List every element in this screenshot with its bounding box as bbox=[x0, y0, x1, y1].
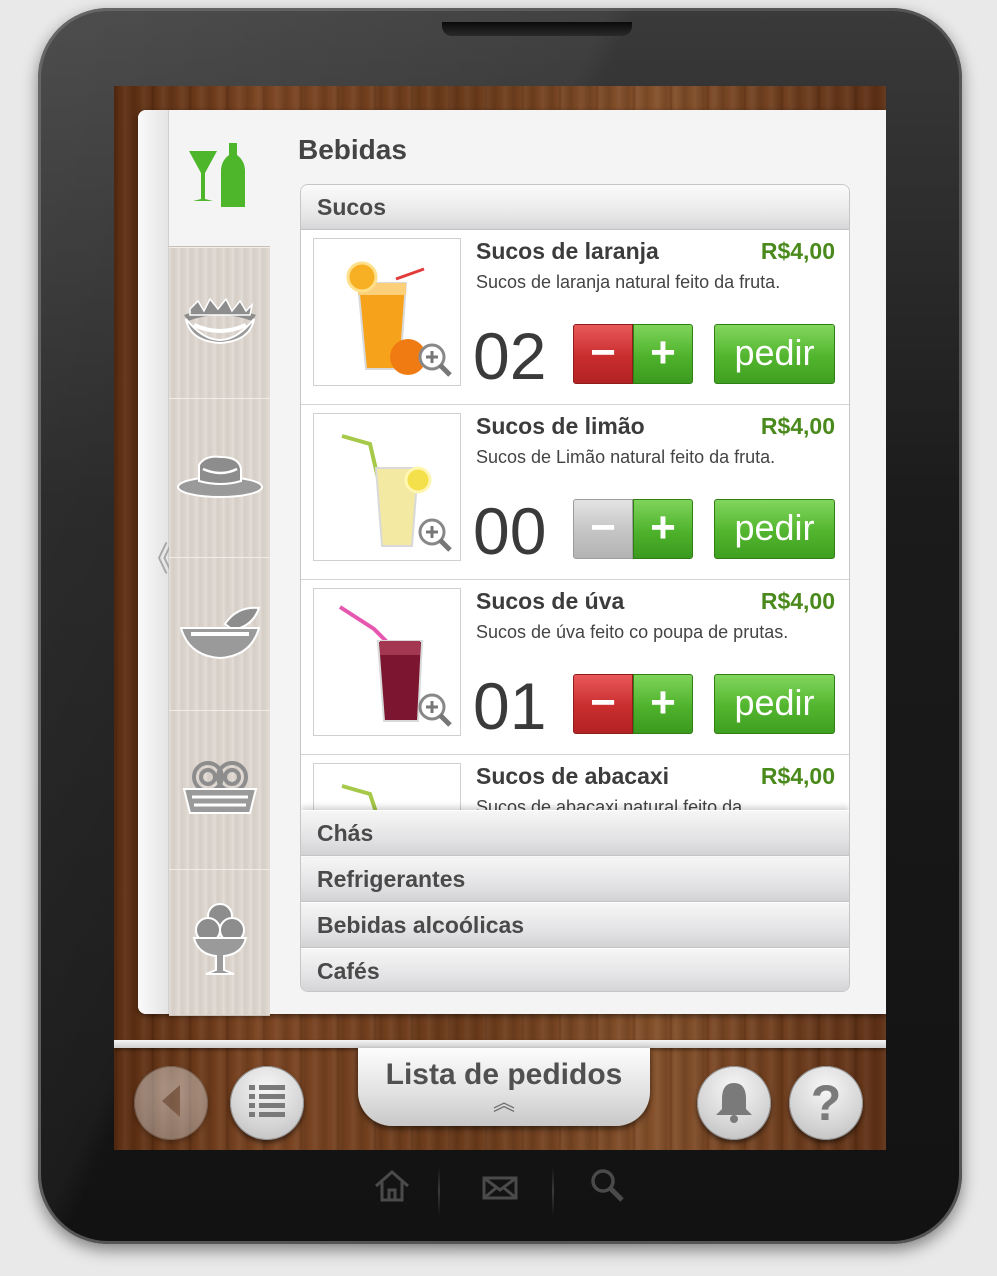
leaf-bowl-icon bbox=[175, 602, 265, 667]
product-thumbnail[interactable] bbox=[313, 763, 461, 810]
product-price: R$4,00 bbox=[760, 413, 835, 439]
category-pasta[interactable] bbox=[169, 710, 270, 870]
order-button[interactable]: pedir bbox=[714, 499, 835, 559]
product-thumbnail[interactable] bbox=[313, 413, 461, 561]
mail-key[interactable] bbox=[480, 1166, 520, 1212]
bottom-toolbar: Lista de pedidos ︽ ? bbox=[114, 1040, 886, 1150]
menu-panel: 《 Bebidas Sucos Sucos de laranja R$4,00 … bbox=[138, 110, 886, 1016]
mail-icon bbox=[480, 1176, 520, 1210]
section-header-refrigerantes[interactable]: Refrigerantes bbox=[301, 856, 849, 902]
order-button[interactable]: pedir bbox=[714, 674, 835, 734]
order-button[interactable]: pedir bbox=[714, 324, 835, 384]
chevron-up-icon: ︽ bbox=[492, 1090, 515, 1115]
product-name: Sucos de laranja bbox=[476, 238, 659, 264]
product-item: Sucos de abacaxi R$4,00 Sucos de abacaxi… bbox=[301, 755, 849, 810]
orders-list-tab[interactable]: Lista de pedidos ︽ bbox=[358, 1048, 650, 1126]
help-icon: ? bbox=[810, 1075, 842, 1131]
bell-icon bbox=[714, 1079, 754, 1128]
search-key[interactable] bbox=[588, 1166, 628, 1212]
category-salads[interactable] bbox=[169, 247, 270, 399]
product-item: Sucos de úva R$4,00 Sucos de úva feito c… bbox=[301, 580, 849, 755]
back-arrow-icon bbox=[156, 1081, 186, 1126]
increase-quantity-button[interactable]: + bbox=[633, 499, 693, 559]
help-button[interactable]: ? bbox=[789, 1066, 863, 1140]
product-name: Sucos de limão bbox=[476, 413, 645, 439]
quantity-display: 02 bbox=[473, 319, 547, 393]
product-name: Sucos de abacaxi bbox=[476, 763, 670, 789]
collapse-strip[interactable]: 《 bbox=[138, 110, 174, 1014]
pasta-icon bbox=[180, 755, 260, 826]
section-header-cafes[interactable]: Cafés bbox=[301, 948, 849, 991]
page-title: Bebidas bbox=[298, 134, 407, 165]
decrease-quantity-button[interactable]: − bbox=[573, 499, 633, 559]
product-price: R$4,00 bbox=[760, 588, 835, 614]
speaker-grille bbox=[442, 22, 632, 36]
decrease-quantity-button[interactable]: − bbox=[573, 324, 633, 384]
meat-plate-icon bbox=[175, 451, 265, 506]
ice-cream-icon bbox=[190, 900, 250, 985]
collapse-arrow-icon[interactable]: 《 bbox=[140, 540, 174, 580]
drinks-icon bbox=[185, 141, 255, 216]
section-header-bebidas-alcoolicas[interactable]: Bebidas alcoólicas bbox=[301, 902, 849, 948]
section-header-sucos[interactable]: Sucos bbox=[301, 185, 849, 230]
call-waiter-button[interactable] bbox=[697, 1066, 771, 1140]
decrease-quantity-button[interactable]: − bbox=[573, 674, 633, 734]
home-key[interactable] bbox=[372, 1166, 412, 1212]
menu-list-button[interactable] bbox=[230, 1066, 304, 1140]
quantity-display: 01 bbox=[473, 669, 547, 743]
app-screen: 《 Bebidas Sucos Sucos de laranja R$4,00 … bbox=[114, 86, 886, 1150]
back-button[interactable] bbox=[134, 1066, 208, 1140]
category-desserts[interactable] bbox=[169, 869, 270, 1016]
increase-quantity-button[interactable]: + bbox=[633, 674, 693, 734]
product-price: R$4,00 bbox=[760, 763, 835, 789]
category-bowls[interactable] bbox=[169, 557, 270, 711]
product-item: Sucos de laranja R$4,00 Sucos de laranja… bbox=[301, 230, 849, 405]
category-drinks[interactable] bbox=[169, 110, 270, 247]
quantity-display: 00 bbox=[473, 494, 547, 568]
orders-list-label: Lista de pedidos bbox=[385, 1058, 623, 1091]
search-icon bbox=[588, 1169, 628, 1210]
section-header-chas[interactable]: Chás bbox=[301, 810, 849, 856]
product-description: Sucos de úva feito co poupa de prutas. bbox=[476, 622, 789, 642]
product-description: Sucos de abacaxi natural feito da bbox=[476, 797, 743, 810]
product-list: Sucos de laranja R$4,00 Sucos de laranja… bbox=[301, 230, 849, 810]
category-sidebar bbox=[169, 110, 270, 1016]
product-price: R$4,00 bbox=[760, 238, 835, 264]
product-thumbnail[interactable] bbox=[313, 588, 461, 736]
list-icon bbox=[247, 1081, 287, 1126]
home-icon bbox=[372, 1170, 412, 1210]
product-name: Sucos de úva bbox=[476, 588, 625, 614]
increase-quantity-button[interactable]: + bbox=[633, 324, 693, 384]
product-thumbnail[interactable] bbox=[313, 238, 461, 386]
product-description: Sucos de laranja natural feito da fruta. bbox=[476, 272, 781, 292]
product-item: Sucos de limão R$4,00 Sucos de Limão nat… bbox=[301, 405, 849, 580]
salad-bowl-icon bbox=[180, 291, 260, 356]
product-description: Sucos de Limão natural feito da fruta. bbox=[476, 447, 776, 467]
drinks-accordion: Sucos Sucos de laranja R$4,00 Sucos de l… bbox=[300, 184, 850, 992]
menu-content: Bebidas Sucos Sucos de laranja R$4,00 Su… bbox=[298, 110, 858, 1014]
category-meats[interactable] bbox=[169, 398, 270, 558]
